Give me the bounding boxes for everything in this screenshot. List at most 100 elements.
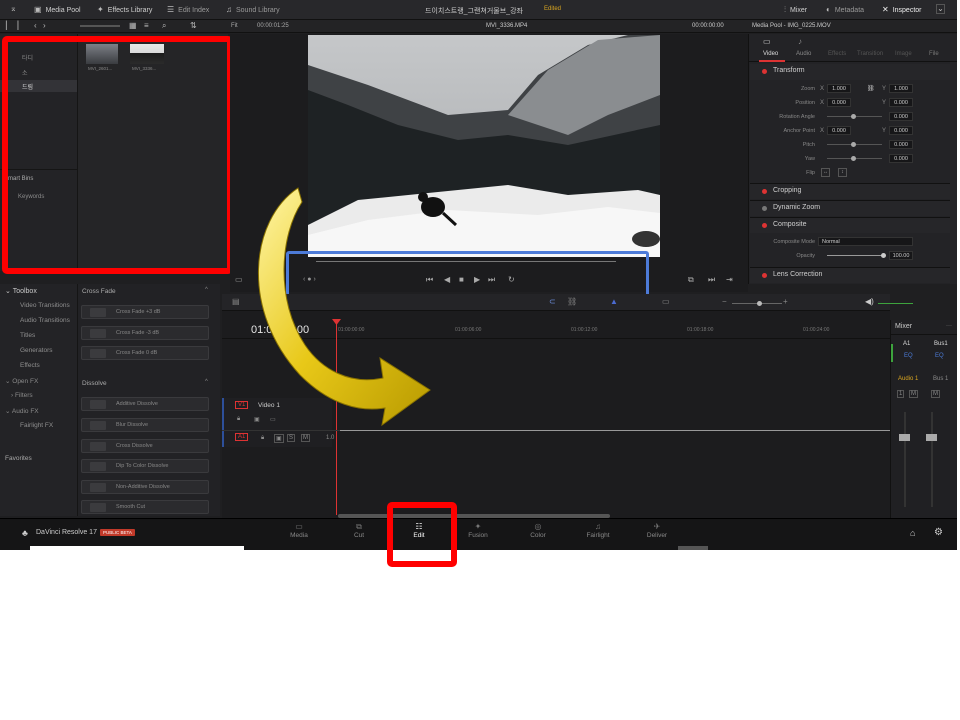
expand-icon[interactable]: ⌄ [936, 4, 945, 14]
pitch-field[interactable]: 0.000 [889, 140, 913, 149]
speaker-icon[interactable]: ◀) [865, 298, 874, 306]
search-icon[interactable]: ⌕ [162, 22, 166, 30]
effect-item[interactable]: Non-Additive Dissolve [81, 480, 209, 494]
audiofx-group[interactable]: ⌄ Audio FX [5, 407, 39, 415]
track-id-a1[interactable]: A1 [235, 433, 249, 441]
composite-section[interactable]: Composite [750, 217, 950, 233]
collapse-icon[interactable]: ^ [205, 379, 208, 385]
zoom-x-field[interactable]: 1.000 [827, 84, 851, 93]
zoom-fit-icon[interactable]: ▭ [662, 298, 670, 306]
flip-vertical-icon[interactable]: ↕ [838, 168, 847, 177]
position-y-field[interactable]: 0.000 [889, 98, 913, 107]
toolbox-item[interactable]: Video Transitions [20, 302, 70, 309]
gear-icon[interactable]: ⚙ [934, 527, 943, 538]
slider-knob[interactable] [757, 301, 762, 306]
page-deliver[interactable]: ✈ Deliver [637, 522, 677, 539]
snapping-icon[interactable]: ⊂ [549, 298, 556, 306]
effect-item[interactable]: Smooth Cut [81, 500, 209, 514]
tab-video[interactable]: Video [763, 51, 778, 57]
effects-library-button[interactable]: ✦ Effects Library [97, 6, 152, 14]
enable-dot[interactable] [762, 69, 767, 74]
sort-icon[interactable]: ⇅ [190, 22, 197, 30]
page-cut[interactable]: ⧉ Cut [339, 522, 379, 539]
next-edit-icon[interactable]: ⏭ [708, 276, 715, 284]
thumbnail-size-slider[interactable] [80, 25, 120, 27]
mixer-button[interactable]: ⫶ Mixer [784, 6, 807, 14]
lens-correction-section[interactable]: Lens Correction [750, 267, 950, 283]
forward-icon[interactable]: › [43, 22, 46, 30]
list-view-icon[interactable]: ≡ [144, 22, 149, 30]
toolbox-item[interactable]: Generators [20, 347, 53, 354]
effect-item[interactable]: Cross Fade -3 dB [81, 326, 209, 340]
enable-dot[interactable] [762, 189, 767, 194]
dynamic-zoom-section[interactable]: Dynamic Zoom [750, 200, 950, 216]
end-icon[interactable]: ⇥ [726, 276, 733, 284]
openfx-group[interactable]: ⌄ Open FX [5, 377, 38, 385]
tab-audio[interactable]: Audio [796, 51, 811, 57]
tab-effects[interactable]: Effects [828, 51, 846, 57]
fairlight-fx-item[interactable]: Fairlight FX [20, 422, 53, 429]
page-media[interactable]: ▭ Media [279, 522, 319, 539]
link-icon[interactable]: ⛓ [867, 85, 875, 92]
tab-file[interactable]: File [929, 51, 939, 57]
mute-icon[interactable]: M [909, 390, 918, 398]
filters-group[interactable]: › Filters [11, 392, 33, 399]
slider-knob[interactable] [851, 156, 856, 161]
effect-item[interactable]: Cross Fade 0 dB [81, 346, 209, 360]
enable-dot[interactable] [762, 273, 767, 278]
link-clips-icon[interactable]: ⛓ [567, 298, 577, 306]
home-icon[interactable]: ⌂ [910, 528, 915, 538]
zoom-y-field[interactable]: 1.000 [889, 84, 913, 93]
fader-knob[interactable] [926, 434, 937, 441]
anchor-x-field[interactable]: 0.000 [827, 126, 851, 135]
page-fusion[interactable]: ✦ Fusion [458, 522, 498, 539]
opacity-field[interactable]: 100.00 [889, 251, 913, 260]
more-icon[interactable]: ··· [946, 323, 952, 329]
volume-slider[interactable] [878, 303, 913, 304]
effect-item[interactable]: Additive Dissolve [81, 397, 209, 411]
page-fairlight[interactable]: ♫ Fairlight [578, 522, 618, 539]
toolbox-item[interactable]: Audio Transitions [20, 317, 70, 324]
slider-knob[interactable] [851, 142, 856, 147]
metadata-button[interactable]: ◐ Metadata [826, 6, 864, 14]
yaw-field[interactable]: 0.000 [889, 154, 913, 163]
cropping-section[interactable]: Cropping [750, 183, 950, 199]
collapse-icon[interactable]: ^ [205, 287, 208, 293]
page-color[interactable]: ◎ Color [518, 522, 558, 539]
rotation-field[interactable]: 0.000 [889, 112, 913, 121]
effect-item[interactable]: Cross Fade +3 dB [81, 305, 209, 319]
clip-name[interactable]: MVI_3336.MP4 [486, 23, 527, 29]
slider-knob[interactable] [851, 114, 856, 119]
mute-icon[interactable]: M [931, 390, 940, 398]
edit-index-button[interactable]: ☰ Edit Index [167, 6, 209, 14]
enable-dot[interactable] [762, 223, 767, 228]
solo-icon[interactable]: S [287, 434, 296, 442]
match-frame-icon[interactable]: ⧉ [688, 276, 694, 284]
zoom-fit[interactable]: Fit [231, 23, 238, 29]
composite-mode-select[interactable]: Normal [818, 237, 913, 246]
media-pool-button[interactable]: ▣ Media Pool [34, 6, 81, 14]
opacity-slider[interactable] [827, 255, 885, 256]
auto-select-icon[interactable]: ▣ [274, 434, 284, 443]
flag-icon[interactable]: ▲ [610, 298, 618, 306]
fader-knob[interactable] [899, 434, 910, 441]
mute-icon[interactable]: M [301, 434, 310, 442]
zoom-out-icon[interactable]: − [722, 298, 727, 306]
sound-library-button[interactable]: ♫ Sound Library [226, 6, 280, 14]
panel-toggle-icon[interactable]: ▏▕ [6, 22, 18, 30]
toolbox-item[interactable]: Effects [20, 362, 40, 369]
effect-item[interactable]: Dip To Color Dissolve [81, 459, 209, 473]
tab-transition[interactable]: Transition [857, 51, 883, 57]
zoom-in-icon[interactable]: + [783, 298, 788, 306]
tab-image[interactable]: Image [895, 51, 912, 57]
slider-knob[interactable] [881, 253, 886, 258]
toolbox-header[interactable]: ⌄ Toolbox [5, 287, 37, 295]
inspector-button[interactable]: ✕ Inspector [882, 6, 922, 14]
transform-section[interactable]: Transform [750, 64, 950, 80]
effect-item[interactable]: Cross Dissolve [81, 439, 209, 453]
anchor-y-field[interactable]: 0.000 [889, 126, 913, 135]
position-x-field[interactable]: 0.000 [827, 98, 851, 107]
toolbox-item[interactable]: Titles [20, 332, 35, 339]
eq-label[interactable]: EQ [904, 353, 913, 359]
favorites-header[interactable]: Favorites [5, 455, 32, 462]
